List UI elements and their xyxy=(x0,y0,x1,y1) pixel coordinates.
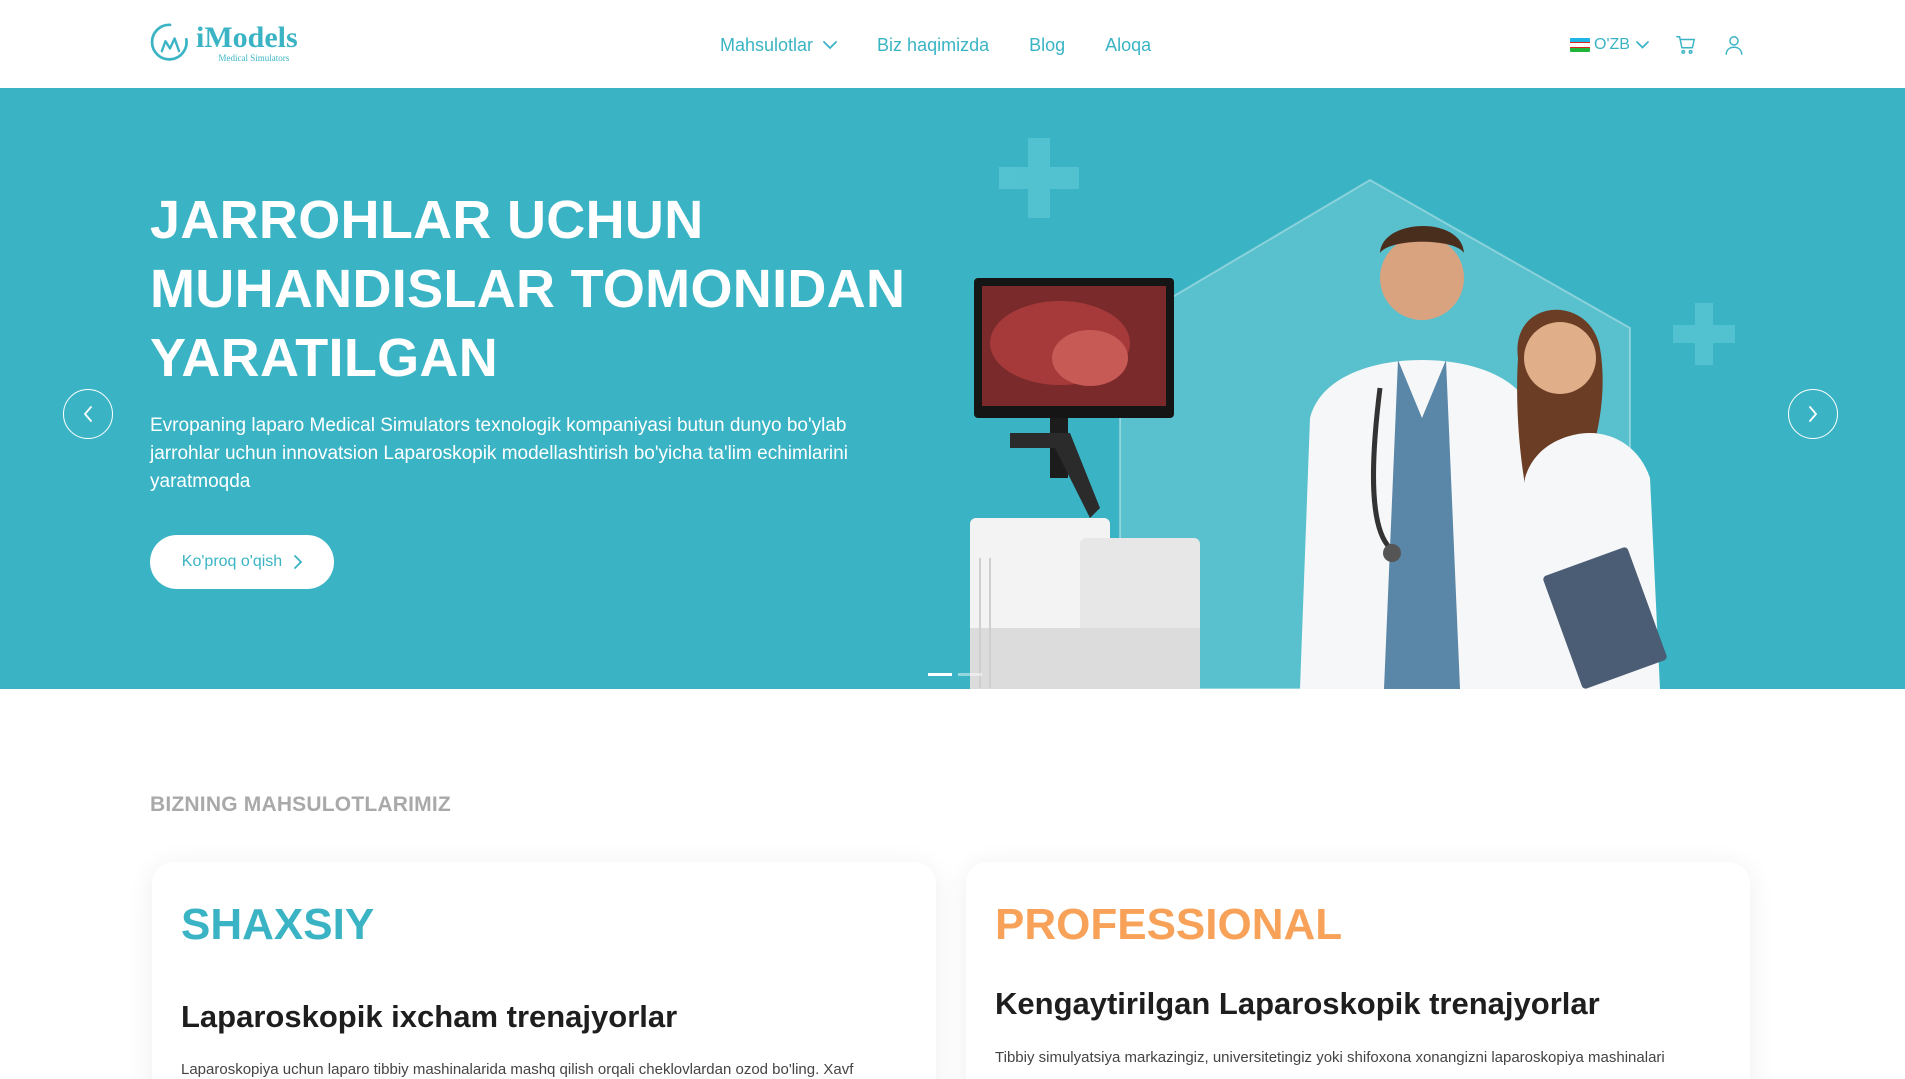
hero-title-line: MUHANDISLAR TOMONIDAN xyxy=(150,259,906,319)
nav-item-label: Blog xyxy=(1029,34,1066,55)
page: iModels Medical Simulators Mahsulotlar B… xyxy=(0,0,1905,1079)
card-heading: Kengaytirilgan Laparoskopik trenajyorlar xyxy=(995,986,1600,1021)
nav-item-label: Aloqa xyxy=(1105,34,1152,55)
product-card-personal[interactable]: SHAXSIY Laparoskopik ixcham trenajyorlar… xyxy=(152,862,936,1079)
card-text: Tibbiy simulyatsiya markazingiz, univers… xyxy=(995,1049,1665,1066)
chevron-down-icon xyxy=(823,40,837,49)
hero-title-line: JARROHLAR UCHUN xyxy=(150,190,704,250)
read-more-label: Ko'proq o'qish xyxy=(181,553,283,570)
slider-prev-button[interactable] xyxy=(63,389,113,439)
hero-slider: JARROHLAR UCHUN MUHANDISLAR TOMONIDAN YA… xyxy=(0,88,1905,689)
nav-item-blog[interactable]: Blog xyxy=(1029,35,1065,56)
uzbekistan-flag-icon xyxy=(1570,38,1590,52)
card-tag: SHAXSIY xyxy=(181,900,375,949)
chevron-right-icon xyxy=(1809,406,1818,422)
products-section-title: BIZNING MAHSULOTLARIMIZ xyxy=(150,793,451,816)
hero-title-line: YARATILGAN xyxy=(150,328,499,388)
nav-item-contact[interactable]: Aloqa xyxy=(1105,35,1151,56)
cart-icon xyxy=(1676,36,1695,54)
header-tools: O'ZB xyxy=(1570,32,1745,58)
cart-button[interactable] xyxy=(1675,34,1697,56)
nav-item-label: Mahsulotlar xyxy=(720,34,814,55)
hero-illustration xyxy=(970,138,1735,689)
card-tag: PROFESSIONAL xyxy=(995,900,1343,949)
chevron-right-icon xyxy=(294,555,303,569)
nav-item-products[interactable]: Mahsulotlar xyxy=(720,35,837,56)
brand-logo[interactable]: iModels Medical Simulators xyxy=(150,20,315,66)
chevron-down-icon xyxy=(1636,41,1649,49)
user-icon xyxy=(1725,36,1743,55)
hero-title: JARROHLAR UCHUN MUHANDISLAR TOMONIDAN YA… xyxy=(150,186,950,393)
hero-description: Evropaning laparo Medical Simulators tex… xyxy=(150,415,848,492)
language-selector[interactable]: O'ZB xyxy=(1570,36,1649,54)
product-card-professional[interactable]: PROFESSIONAL Kengaytirilgan Laparoskopik… xyxy=(966,862,1750,1079)
brand-tagline: Medical Simulators xyxy=(218,53,290,63)
plus-decoration-icon xyxy=(999,138,1079,218)
slider-dots xyxy=(928,673,988,676)
nav-item-label: Biz haqimizda xyxy=(877,34,990,55)
slider-dot[interactable] xyxy=(958,673,982,676)
language-label: O'ZB xyxy=(1594,36,1630,53)
site-header: iModels Medical Simulators Mahsulotlar B… xyxy=(0,0,1905,88)
chevron-left-icon xyxy=(83,406,92,422)
brand-name: iModels xyxy=(196,21,298,54)
card-heading: Laparoskopik ixcham trenajyorlar xyxy=(181,999,678,1034)
nav-item-about[interactable]: Biz haqimizda xyxy=(877,35,989,56)
slider-dot[interactable] xyxy=(928,673,952,676)
logo-mark-icon xyxy=(150,23,188,61)
read-more-button[interactable]: Ko'proq o'qish xyxy=(150,535,334,589)
slider-next-button[interactable] xyxy=(1788,389,1838,439)
main-nav: Mahsulotlar Biz haqimizda Blog Aloqa xyxy=(720,33,1191,57)
card-text: Laparoskopiya uchun laparo tibbiy mashin… xyxy=(181,1061,854,1078)
account-button[interactable] xyxy=(1723,34,1745,56)
